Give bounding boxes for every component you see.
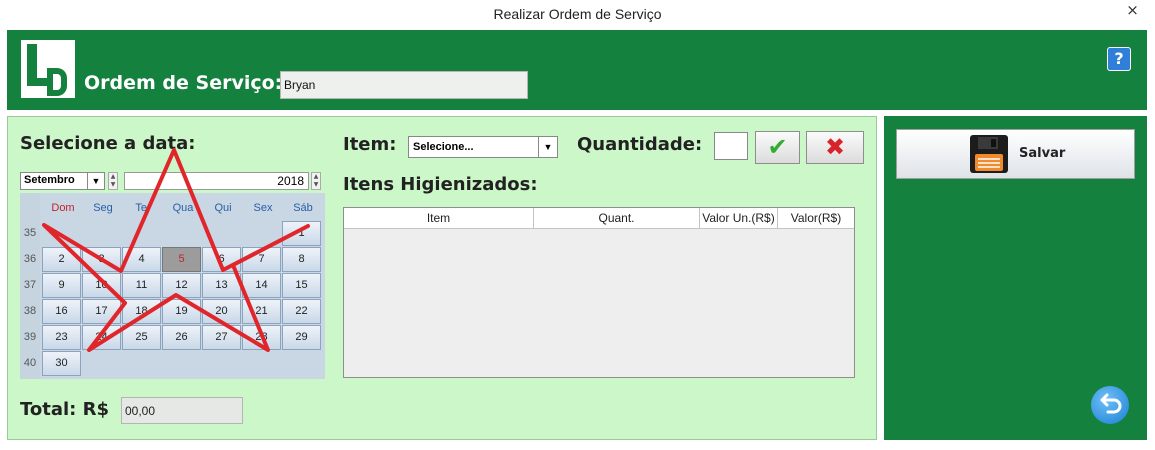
year-spinner[interactable]: ▲ ▼ [311, 172, 321, 190]
month-dropdown[interactable]: Setembro ▼ [20, 172, 105, 190]
header-bar: LD Ordem de Serviço: Bryan ? [7, 30, 1147, 110]
items-table[interactable]: Item Quant. Valor Un.(R$) Valor(R$) [343, 207, 855, 378]
help-icon[interactable]: ? [1107, 47, 1131, 71]
day-cell[interactable]: 10 [82, 273, 121, 298]
select-date-heading: Selecione a data: [20, 133, 196, 154]
day-cell[interactable]: 13 [202, 273, 241, 298]
day-cell[interactable]: 18 [122, 299, 161, 324]
item-label: Item: [343, 134, 397, 155]
sanitized-items-heading: Itens Higienizados: [343, 174, 538, 195]
table-header: Item Quant. Valor Un.(R$) Valor(R$) [344, 208, 854, 229]
chevron-down-icon[interactable]: ▼ [538, 137, 557, 157]
day-cell[interactable]: 4 [122, 247, 161, 272]
confirm-button[interactable]: ✔ [755, 131, 800, 164]
close-icon[interactable]: × [1110, 0, 1155, 22]
day-cell[interactable]: 30 [42, 351, 81, 376]
day-cell[interactable]: 14 [242, 273, 281, 298]
day-cell[interactable]: 17 [82, 299, 121, 324]
save-button[interactable]: Salvar [896, 129, 1135, 179]
day-cell[interactable]: 2 [42, 247, 81, 272]
calendar-grid: 35 36 37 38 39 40 Dom Seg Ter Qua Qui Se… [20, 193, 325, 379]
day-header-thu: Qui [214, 202, 232, 214]
week-number: 36 [23, 253, 37, 265]
week-number: 38 [23, 305, 37, 317]
week-number: 35 [23, 227, 37, 239]
day-cell[interactable]: 19 [162, 299, 201, 324]
week-number-column: 35 36 37 38 39 40 [20, 193, 40, 379]
floppy-disk-icon [970, 135, 1008, 173]
column-header-unit-value[interactable]: Valor Un.(R$) [700, 208, 778, 228]
company-logo: LD [19, 38, 77, 100]
day-cell[interactable]: 11 [122, 273, 161, 298]
column-header-quantity[interactable]: Quant. [534, 208, 700, 228]
month-spinner[interactable]: ▲ ▼ [108, 172, 118, 190]
day-cell-selected[interactable]: 5 [162, 247, 201, 272]
service-order-label: Ordem de Serviço: [84, 72, 283, 94]
day-cell[interactable]: 29 [282, 325, 321, 350]
cancel-button[interactable]: ✖ [806, 131, 864, 164]
x-icon: ✖ [824, 133, 846, 161]
day-cell[interactable]: 23 [42, 325, 81, 350]
day-cell[interactable]: 12 [162, 273, 201, 298]
day-cell[interactable]: 15 [282, 273, 321, 298]
week-number: 39 [23, 331, 37, 343]
day-cell[interactable]: 27 [202, 325, 241, 350]
month-value: Setembro [24, 174, 75, 186]
day-cell[interactable]: 7 [242, 247, 281, 272]
chevron-down-icon[interactable]: ▼ [87, 173, 104, 189]
day-header-sat: Sáb [293, 202, 313, 214]
column-header-value[interactable]: Valor(R$) [778, 208, 854, 228]
day-cell[interactable]: 25 [122, 325, 161, 350]
total-field: 00,00 [121, 397, 243, 424]
day-cell[interactable]: 8 [282, 247, 321, 272]
quantity-input[interactable] [714, 132, 748, 160]
week-number: 40 [23, 357, 37, 369]
day-cell[interactable]: 16 [42, 299, 81, 324]
item-dropdown[interactable]: Selecione... ▼ [408, 136, 558, 158]
day-cell[interactable]: 9 [42, 273, 81, 298]
week-number: 37 [23, 279, 37, 291]
title-bar: Realizar Ordem de Serviço × [0, 0, 1155, 30]
window-title: Realizar Ordem de Serviço [493, 6, 662, 22]
column-header-item[interactable]: Item [344, 208, 534, 228]
day-header-fri: Sex [253, 202, 273, 214]
day-cell[interactable]: 28 [242, 325, 281, 350]
total-label: Total: R$ [20, 399, 110, 420]
client-name-field[interactable]: Bryan [280, 71, 528, 99]
day-cell[interactable]: 24 [82, 325, 121, 350]
day-cell[interactable]: 6 [202, 247, 241, 272]
day-header-mon: Seg [93, 202, 113, 214]
day-header-tue: Ter [135, 202, 151, 214]
save-button-label: Salvar [1019, 146, 1066, 161]
day-cell[interactable]: 26 [162, 325, 201, 350]
day-header-sun: Dom [51, 202, 75, 214]
day-cell[interactable]: 22 [282, 299, 321, 324]
day-cell[interactable]: 20 [202, 299, 241, 324]
quantity-label: Quantidade: [577, 134, 703, 155]
day-header-row: Dom Seg Ter Qua Qui Sex Sáb [40, 193, 325, 219]
day-header-wed: Qua [172, 202, 194, 214]
back-icon[interactable] [1091, 386, 1129, 424]
check-icon: ✔ [767, 133, 788, 161]
day-cell[interactable]: 3 [82, 247, 121, 272]
logo-text: LD [48, 77, 50, 79]
year-field[interactable]: 2018 [124, 172, 309, 190]
item-select-value: Selecione... [413, 141, 474, 153]
day-cell[interactable]: 1 [282, 221, 321, 246]
day-cell[interactable]: 21 [242, 299, 281, 324]
